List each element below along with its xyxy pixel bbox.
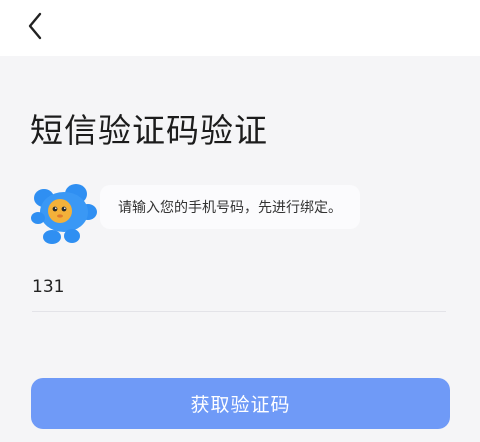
back-button[interactable] bbox=[20, 10, 52, 42]
get-verification-code-button[interactable]: 获取验证码 bbox=[31, 378, 450, 429]
tip-text: 请输入您的手机号码，先进行绑定。 bbox=[118, 200, 342, 216]
mascot-avatar bbox=[30, 182, 100, 246]
top-navigation-bar bbox=[0, 0, 480, 56]
blue-mascot-icon bbox=[31, 184, 97, 244]
tip-bubble: 请输入您的手机号码，先进行绑定。 bbox=[100, 185, 360, 229]
chevron-left-icon bbox=[28, 12, 42, 40]
phone-number-input[interactable] bbox=[32, 262, 446, 312]
page-title: 短信验证码验证 bbox=[30, 111, 268, 150]
